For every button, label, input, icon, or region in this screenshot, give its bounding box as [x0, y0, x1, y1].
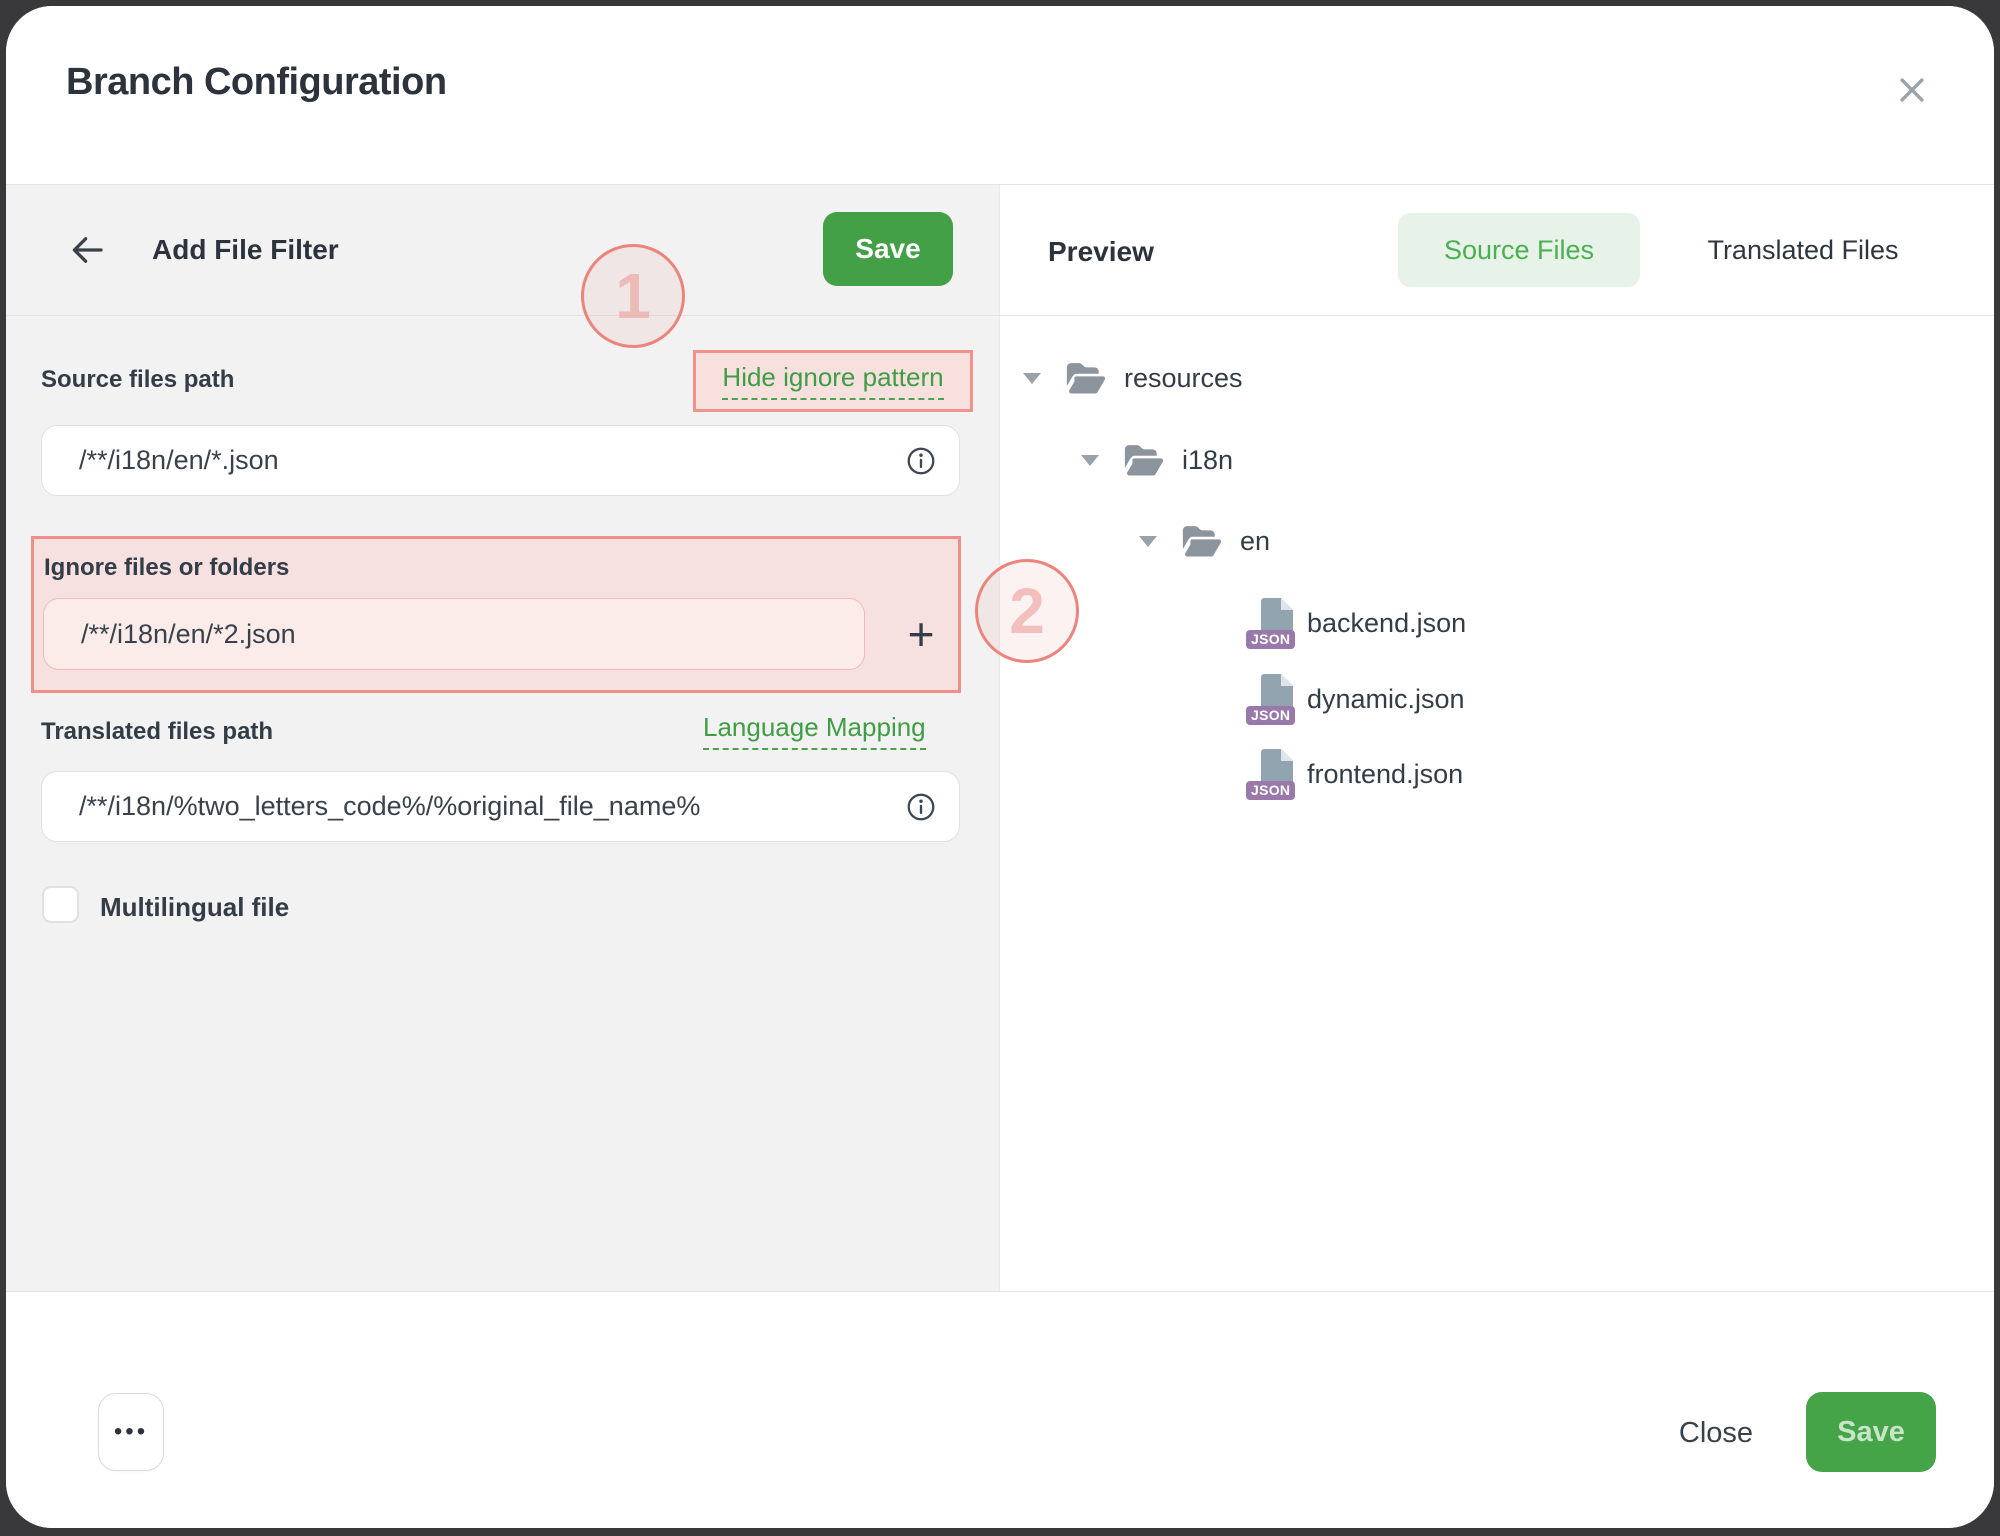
- tree-item-file[interactable]: JSON frontend.json: [1248, 735, 1463, 813]
- tree-item-file[interactable]: JSON dynamic.json: [1248, 660, 1465, 738]
- translated-files-path-value: /**/i18n/%two_letters_code%/%original_fi…: [79, 791, 905, 822]
- tree-item-folder[interactable]: i18n: [1081, 421, 1233, 499]
- caret-down-icon[interactable]: [1139, 536, 1157, 547]
- tree-item-label: en: [1240, 526, 1270, 557]
- more-options-button[interactable]: •••: [98, 1393, 164, 1471]
- info-icon[interactable]: [905, 791, 937, 823]
- preview-title: Preview: [1048, 236, 1154, 268]
- json-file-icon: JSON: [1248, 673, 1294, 725]
- add-ignore-pattern-button[interactable]: +: [892, 604, 950, 664]
- save-button[interactable]: Save: [1806, 1392, 1936, 1472]
- json-file-icon: JSON: [1248, 597, 1294, 649]
- branch-configuration-dialog: Branch Configuration Add File Filter Sav…: [6, 6, 1994, 1528]
- json-badge: JSON: [1246, 630, 1295, 649]
- ignore-pattern-value: /**/i18n/en/*2.json: [81, 619, 864, 650]
- plus-icon: +: [908, 608, 935, 660]
- dialog-title: Branch Configuration: [66, 61, 447, 104]
- json-badge: JSON: [1246, 781, 1295, 800]
- ignore-pattern-input[interactable]: /**/i18n/en/*2.json: [43, 598, 865, 670]
- language-mapping-link[interactable]: Language Mapping: [703, 712, 926, 750]
- translated-files-path-input[interactable]: /**/i18n/%two_letters_code%/%original_fi…: [41, 771, 960, 842]
- close-button[interactable]: Close: [1651, 1404, 1781, 1462]
- json-file-icon: JSON: [1248, 748, 1294, 800]
- close-icon: [1895, 73, 1929, 107]
- ellipsis-icon: •••: [114, 1418, 148, 1445]
- source-files-path-value: /**/i18n/en/*.json: [79, 445, 905, 476]
- back-button[interactable]: [64, 228, 110, 274]
- tree-item-file[interactable]: JSON backend.json: [1248, 584, 1466, 662]
- tree-item-label: i18n: [1182, 445, 1233, 476]
- tab-translated-files[interactable]: Translated Files: [1663, 213, 1943, 287]
- caret-down-icon[interactable]: [1081, 455, 1099, 466]
- info-icon[interactable]: [905, 445, 937, 477]
- annotation-highlight-hide-ignore: Hide ignore pattern: [693, 350, 973, 412]
- tree-item-label: backend.json: [1307, 608, 1466, 639]
- tab-source-files[interactable]: Source Files: [1398, 213, 1640, 287]
- tree-item-label: frontend.json: [1307, 759, 1463, 790]
- json-badge: JSON: [1246, 706, 1295, 725]
- multilingual-file-label: Multilingual file: [100, 892, 289, 923]
- source-files-path-input[interactable]: /**/i18n/en/*.json: [41, 425, 960, 496]
- dialog-header: Branch Configuration: [6, 6, 1994, 184]
- translated-files-path-label: Translated files path: [41, 718, 273, 746]
- folder-open-icon: [1065, 361, 1107, 395]
- folder-open-icon: [1181, 524, 1223, 558]
- caret-down-icon[interactable]: [1023, 373, 1041, 384]
- source-files-path-label: Source files path: [41, 366, 234, 394]
- hide-ignore-pattern-link[interactable]: Hide ignore pattern: [722, 362, 943, 400]
- file-filter-title: Add File Filter: [152, 234, 339, 266]
- tree-item-label: resources: [1124, 363, 1243, 394]
- close-dialog-button[interactable]: [1886, 64, 1938, 116]
- folder-open-icon: [1123, 443, 1165, 477]
- ignore-files-label: Ignore files or folders: [44, 554, 289, 582]
- tree-item-folder[interactable]: resources: [1023, 339, 1243, 417]
- arrow-left-icon: [66, 229, 108, 271]
- multilingual-file-checkbox[interactable]: [42, 886, 79, 923]
- subheader-divider: [6, 315, 1994, 316]
- tree-item-label: dynamic.json: [1307, 684, 1465, 715]
- tree-item-folder[interactable]: en: [1139, 502, 1270, 580]
- save-filter-button[interactable]: Save: [823, 212, 953, 286]
